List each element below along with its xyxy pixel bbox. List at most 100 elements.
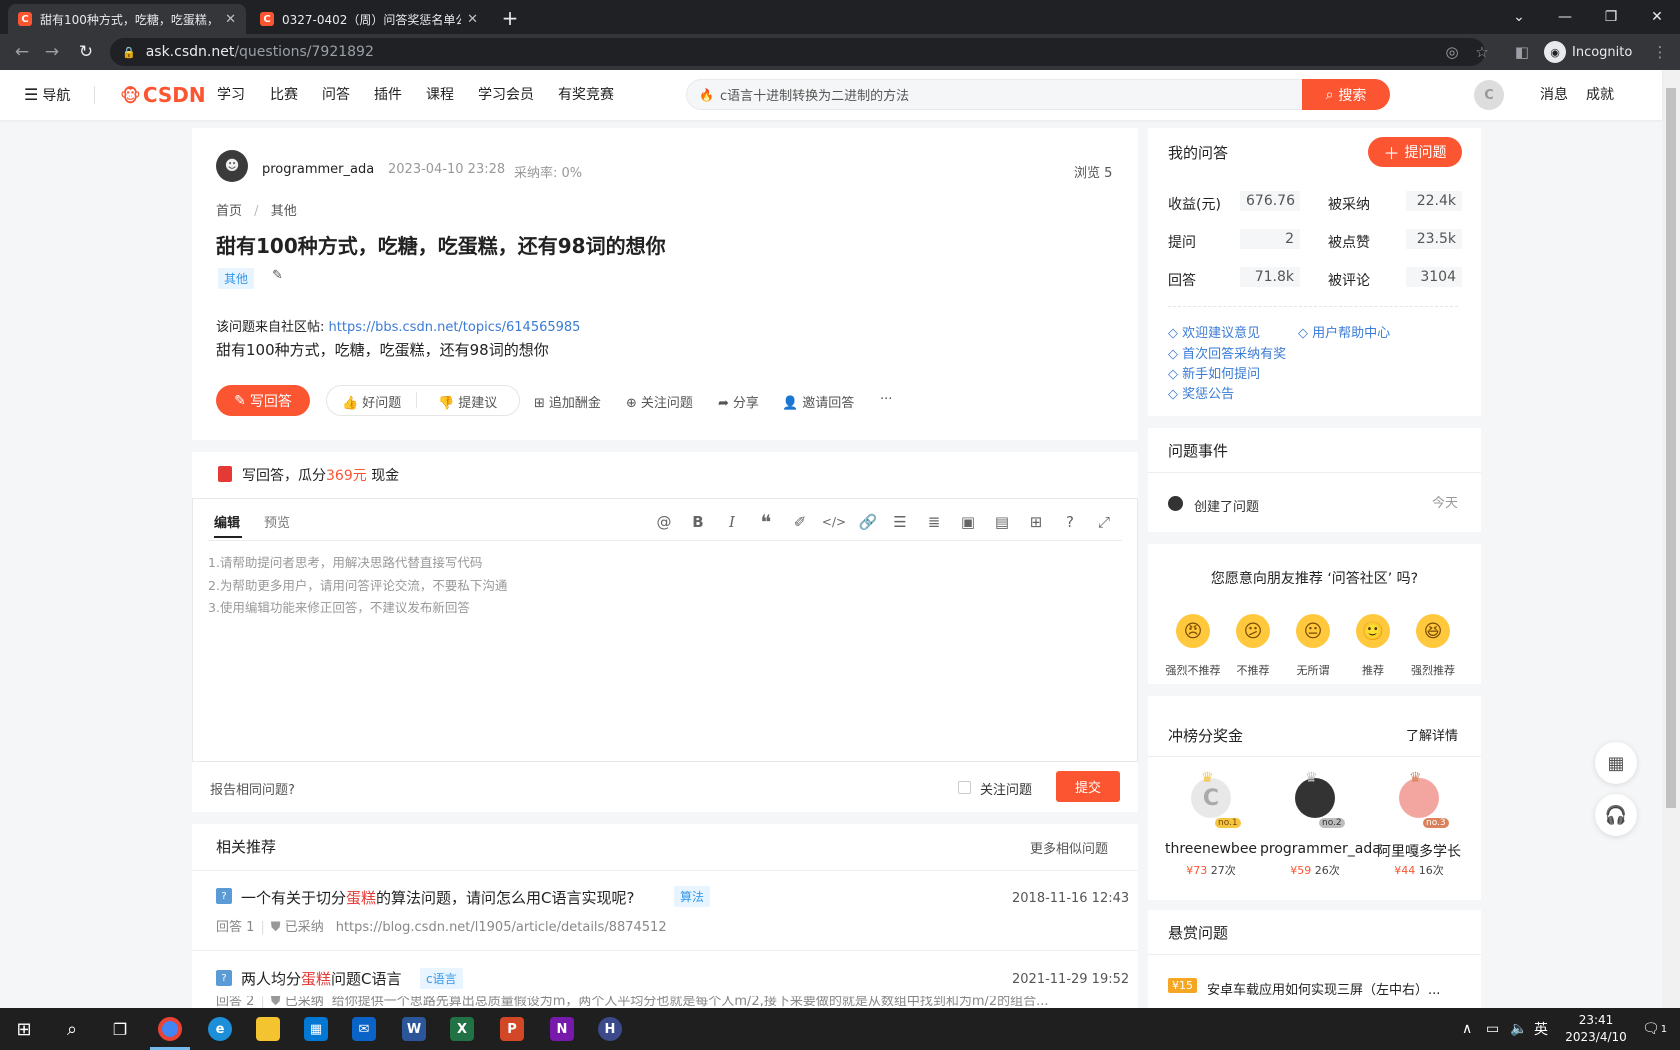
nav-item-learn[interactable]: 学习 — [217, 70, 245, 120]
store-app-icon[interactable]: ▦ — [292, 1008, 340, 1050]
submit-button[interactable]: 提交 — [1056, 771, 1120, 802]
rank-name[interactable]: 阿里嘎多学长 — [1364, 841, 1474, 861]
related-item-tag[interactable]: 算法 — [674, 886, 711, 907]
network-icon[interactable]: ▭ — [1486, 1008, 1499, 1050]
tab-edit[interactable]: 编辑 — [214, 512, 240, 531]
more-similar-link[interactable]: 更多相似问题 — [1030, 838, 1108, 857]
nav-item-qa[interactable]: 问答 — [322, 70, 350, 120]
edge-app-icon[interactable]: e — [196, 1008, 244, 1050]
related-item-title[interactable]: 两人均分蛋糕问题C语言 — [241, 968, 402, 989]
reload-icon[interactable]: ↻ — [72, 38, 100, 66]
feedback-link[interactable]: ◇ 欢迎建议意见 — [1168, 322, 1260, 341]
image-icon[interactable]: ▣ — [956, 510, 980, 534]
nav-item-vip[interactable]: 学习会员 — [478, 70, 534, 120]
link-icon[interactable]: 🔗 — [856, 510, 880, 534]
help-icon[interactable]: ? — [1058, 510, 1082, 534]
browser-tab-active[interactable]: C 甜有100种方式，吃糖，吃蛋糕， ✕ — [8, 4, 246, 34]
search-button[interactable]: ⌕ 搜索 — [1302, 79, 1390, 110]
code-block-icon[interactable]: ▤ — [990, 510, 1014, 534]
more-actions-button[interactable]: ··· — [880, 392, 892, 407]
onenote-app-icon[interactable]: N — [538, 1008, 586, 1050]
clock[interactable]: 23:41 2023/4/10 — [1560, 1012, 1632, 1046]
numbered-list-icon[interactable]: ≣ — [922, 510, 946, 534]
write-answer-button[interactable]: ✎ 写回答 — [216, 385, 310, 416]
nav-item-plugin[interactable]: 插件 — [374, 70, 402, 120]
invite-button[interactable]: 👤 邀请回答 — [782, 392, 854, 411]
file-explorer-icon[interactable] — [244, 1008, 292, 1050]
source-link[interactable]: https://bbs.csdn.net/topics/614565985 — [329, 320, 581, 335]
tray-chevron-icon[interactable]: ∧ — [1462, 1008, 1472, 1050]
follow-checkbox[interactable] — [958, 781, 971, 794]
minimize-button[interactable]: — — [1542, 0, 1588, 34]
input-method[interactable]: 英 — [1534, 1008, 1548, 1050]
laugh-face-icon[interactable]: 😆 — [1416, 614, 1450, 648]
tab-close-icon[interactable]: ✕ — [225, 12, 236, 27]
ask-question-button[interactable]: ＋提问题 — [1368, 137, 1462, 167]
chrome-app-icon[interactable] — [146, 1008, 194, 1050]
forward-icon[interactable]: → — [38, 38, 66, 66]
restore-button[interactable]: ❐ — [1588, 0, 1634, 34]
rewards-notice-link[interactable]: ◇ 奖惩公告 — [1168, 383, 1234, 402]
customer-service-icon[interactable]: 🎧 — [1595, 794, 1637, 836]
browser-tab[interactable]: C 0327-0402（周）问答奖惩名单公 ✕ — [250, 4, 488, 34]
incognito-indicator[interactable]: ◉ Incognito — [1544, 38, 1644, 66]
url-bar[interactable]: 🔒 ask.csdn.net/questions/7921892 — [110, 38, 1485, 66]
back-icon[interactable]: ← — [8, 38, 36, 66]
question-tag[interactable]: 其他 — [218, 268, 255, 289]
share-button[interactable]: ➦ 分享 — [718, 392, 759, 411]
suggest-button[interactable]: 👎 提建议 — [438, 392, 497, 411]
bullet-list-icon[interactable]: ☰ — [888, 510, 912, 534]
good-question-button[interactable]: 👍 好问题 — [342, 392, 401, 411]
csdn-logo[interactable]: 🐵 CSDN — [120, 70, 206, 120]
first-answer-link[interactable]: ◇ 首次回答采纳有奖 — [1168, 343, 1286, 362]
neutral-face-icon[interactable]: 😐 — [1296, 614, 1330, 648]
close-window-button[interactable]: ✕ — [1634, 0, 1680, 34]
help-center-link[interactable]: ◇ 用户帮助中心 — [1298, 322, 1390, 341]
italic-icon[interactable]: I — [720, 510, 744, 534]
quote-icon[interactable]: ❝ — [754, 510, 778, 534]
powerpoint-app-icon[interactable]: P — [488, 1008, 536, 1050]
word-app-icon[interactable]: W — [390, 1008, 438, 1050]
fullscreen-icon[interactable]: ⤢ — [1092, 510, 1116, 534]
report-duplicate-link[interactable]: 报告相同问题? — [210, 779, 295, 798]
nav-item-course[interactable]: 课程 — [426, 70, 454, 120]
nav-menu-button[interactable]: ☰ 导航 — [24, 70, 70, 120]
author-name[interactable]: programmer_ada — [262, 162, 374, 177]
table-icon[interactable]: ⊞ — [1024, 510, 1048, 534]
related-item-title[interactable]: 一个有关于切分蛋糕的算法问题，请问怎么用C语言实现呢? — [241, 887, 634, 908]
breadcrumb-category[interactable]: 其他 — [271, 204, 297, 219]
answer-textarea[interactable]: 1.请帮助提问者思考，用解决思路代替直接写代码 2.为帮助更多用户，请用问答评论… — [208, 552, 1122, 752]
page-scrollbar[interactable] — [1662, 70, 1680, 1008]
app-icon[interactable]: H — [586, 1008, 634, 1050]
highlight-icon[interactable]: ✐ — [788, 510, 812, 534]
mention-icon[interactable]: @ — [652, 510, 676, 534]
eye-off-icon[interactable]: ◎ — [1440, 38, 1464, 66]
follow-checkbox-label[interactable]: 关注问题 — [980, 779, 1032, 798]
edit-tag-icon[interactable]: ✎ — [272, 268, 283, 283]
breadcrumb-home[interactable]: 首页 — [216, 204, 242, 219]
side-panel-icon[interactable]: ◧ — [1510, 38, 1534, 66]
nav-achievements[interactable]: 成就 — [1586, 70, 1614, 120]
bounty-question-link[interactable]: 安卓车载应用如何实现三屏（左中右）... — [1207, 979, 1461, 998]
windows-start-icon[interactable]: ⊞ — [0, 1008, 48, 1050]
browser-menu-icon[interactable]: ⋮ — [1650, 38, 1670, 66]
rank-name[interactable]: threenewbee — [1156, 841, 1266, 857]
tab-preview[interactable]: 预览 — [264, 512, 290, 531]
qr-code-icon[interactable]: ▦ — [1595, 742, 1637, 784]
follow-question-button[interactable]: ⊕ 关注问题 — [626, 392, 693, 411]
scrollbar-thumb[interactable] — [1666, 88, 1676, 808]
volume-icon[interactable]: 🔈 — [1510, 1008, 1527, 1050]
rank-more-link[interactable]: 了解详情 — [1406, 725, 1458, 744]
excel-app-icon[interactable]: X — [438, 1008, 486, 1050]
angry-face-icon[interactable]: 😠 — [1176, 614, 1210, 648]
bold-icon[interactable]: B — [686, 510, 710, 534]
smile-face-icon[interactable]: 🙂 — [1356, 614, 1390, 648]
frown-face-icon[interactable]: 😕 — [1236, 614, 1270, 648]
author-avatar[interactable]: ☻ — [216, 150, 248, 182]
tab-search-icon[interactable]: ⌄ — [1496, 0, 1542, 34]
rank-name[interactable]: programmer_ada — [1260, 841, 1381, 857]
notification-icon[interactable]: 🗨 1 — [1642, 1008, 1667, 1050]
search-icon[interactable]: ⌕ — [48, 1008, 96, 1050]
add-bounty-button[interactable]: ⊞ 追加酬金 — [534, 392, 601, 411]
nav-messages[interactable]: 消息 — [1540, 70, 1568, 120]
